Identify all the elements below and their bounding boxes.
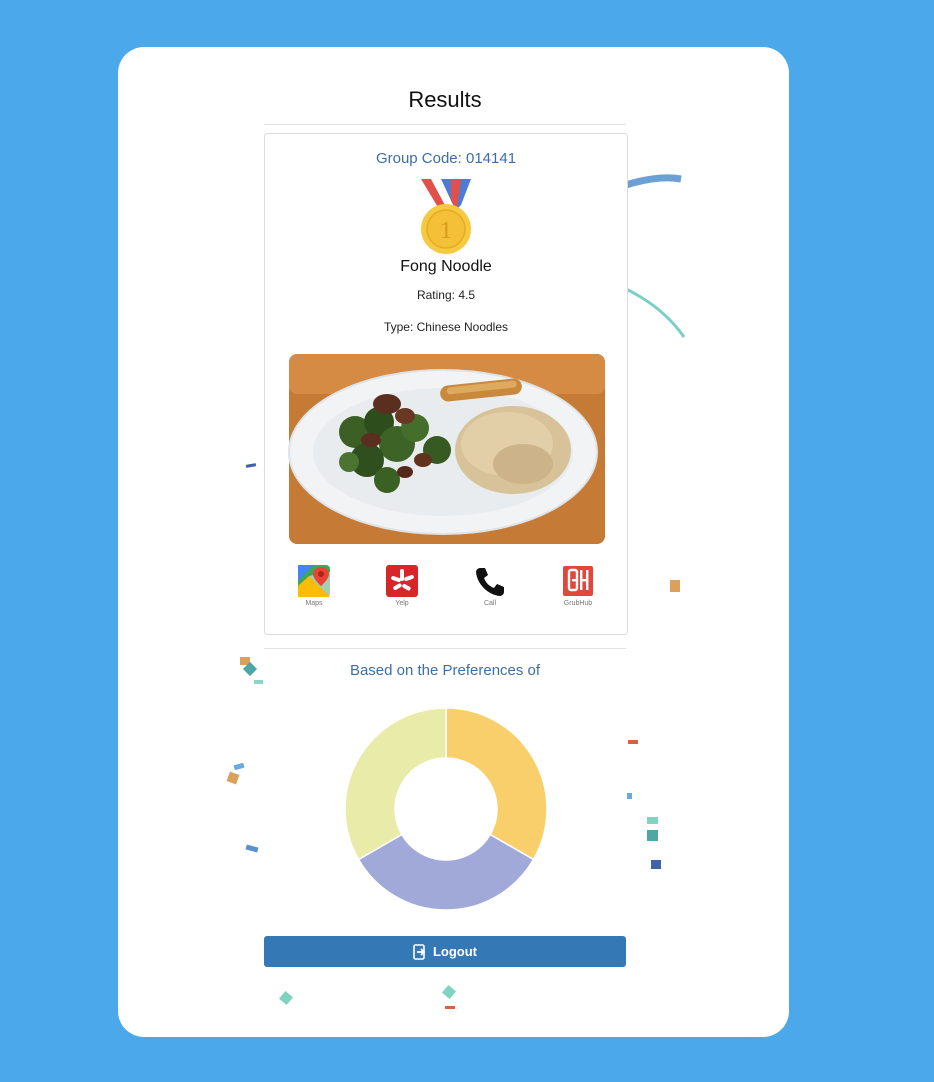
confetti xyxy=(627,793,632,799)
yelp-link[interactable]: Yelp xyxy=(372,564,432,607)
group-code: Group Code: 014141 xyxy=(375,150,517,167)
confetti xyxy=(445,1006,455,1009)
grubhub-icon xyxy=(563,566,593,596)
confetti xyxy=(628,740,638,744)
maps-label: Maps xyxy=(305,600,323,607)
logout-icon xyxy=(413,943,427,960)
google-maps-icon xyxy=(298,565,330,597)
restaurant-name: Fong Noodle xyxy=(400,258,492,275)
donut-slice-1 xyxy=(445,707,548,861)
restaurant-type: Type: Chinese Noodles xyxy=(383,320,509,334)
food-photo xyxy=(288,354,605,544)
results-card: Results Group Code: 014141 1 Fong Noodle… xyxy=(118,47,789,1037)
first-place-medal-icon: 1 xyxy=(421,179,471,254)
yelp-icon xyxy=(386,565,418,597)
donut-slice-3 xyxy=(344,707,447,861)
result-panel: Group Code: 014141 1 Fong Noodle Rating:… xyxy=(264,133,628,635)
confetti xyxy=(670,580,680,592)
yelp-label: Yelp xyxy=(395,600,409,607)
logout-label: Logout xyxy=(432,944,478,959)
call-label: Call xyxy=(483,600,497,607)
confetti xyxy=(647,830,658,841)
section-divider xyxy=(264,648,626,649)
grubhub-link[interactable]: GrubHub xyxy=(548,564,608,607)
title-divider xyxy=(264,124,626,125)
svg-text:1: 1 xyxy=(440,218,452,244)
maps-link[interactable]: Maps xyxy=(284,564,344,607)
restaurant-rating: Rating: 4.5 xyxy=(416,288,476,302)
preferences-title: Based on the Preferences of xyxy=(349,662,541,679)
confetti xyxy=(647,817,658,824)
page-title: Results xyxy=(408,87,482,112)
logout-button[interactable]: Logout xyxy=(264,936,626,967)
phone-icon xyxy=(476,568,504,596)
donut-slice-2 xyxy=(357,833,535,911)
preferences-donut-chart xyxy=(344,707,548,911)
confetti xyxy=(651,860,661,869)
confetti xyxy=(254,680,263,684)
grubhub-label: GrubHub xyxy=(563,600,593,607)
call-link[interactable]: Call xyxy=(460,564,520,607)
